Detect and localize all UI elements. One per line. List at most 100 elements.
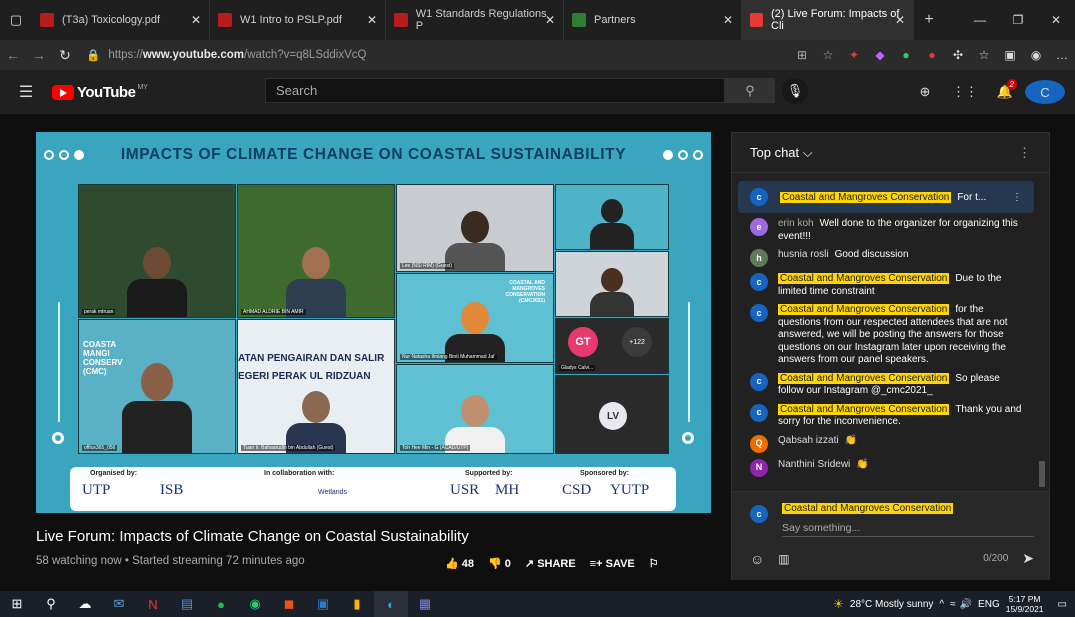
- report-flag-icon[interactable]: ⚐: [649, 557, 659, 570]
- chat-mode-selector[interactable]: Top chat ⌵: [750, 145, 813, 161]
- participant-tile: AHMAD ALDRIE BIN AMIR: [237, 184, 395, 318]
- chat-avatar: e: [750, 218, 768, 236]
- more-options-icon[interactable]: ⋮: [1018, 145, 1031, 161]
- voice-search-button[interactable]: 🎙: [782, 78, 808, 104]
- extension-icon[interactable]: ✦: [841, 40, 867, 70]
- utp-logo: UTP: [82, 482, 111, 498]
- wetlands-logo: Wetlands: [318, 489, 348, 496]
- grammarly-icon[interactable]: ●: [893, 40, 919, 70]
- youtube-logo[interactable]: YouTube MY: [52, 84, 148, 101]
- onedrive-icon[interactable]: ☁: [68, 591, 102, 617]
- network-icon[interactable]: ≈: [950, 599, 956, 610]
- slide-decoration: [688, 302, 690, 422]
- browser-tab-active[interactable]: (2) Live Forum: Impacts of Cli ✕: [742, 0, 914, 40]
- create-icon[interactable]: ⊕: [905, 84, 945, 100]
- close-tab-icon[interactable]: ✕: [367, 13, 377, 27]
- extension-icon[interactable]: ◆: [867, 40, 893, 70]
- forward-icon[interactable]: →: [26, 47, 52, 63]
- extension-icon[interactable]: ●: [919, 40, 945, 70]
- apps-grid-icon[interactable]: ⊞: [789, 40, 815, 70]
- close-tab-icon[interactable]: ✕: [895, 13, 905, 27]
- search-icon[interactable]: ⚲: [34, 591, 68, 617]
- close-window-icon[interactable]: ✕: [1037, 0, 1075, 40]
- netflix-icon[interactable]: N: [136, 591, 170, 617]
- chat-message: c Coastal and Mangroves Conservation So p…: [732, 370, 1038, 401]
- more-icon[interactable]: …: [1049, 40, 1075, 70]
- video-player[interactable]: IMPACTS OF CLIMATE CHANGE ON COASTAL SUS…: [36, 132, 711, 513]
- save-button[interactable]: ≡+ SAVE: [590, 558, 635, 570]
- file-explorer-icon[interactable]: ▤: [170, 591, 204, 617]
- notifications-icon[interactable]: 🔔 2: [985, 79, 1025, 100]
- clock-date: 15/9/2021: [1005, 604, 1044, 614]
- emoji-icon[interactable]: ☺: [750, 551, 764, 567]
- sponsor-banner: Organised by: In collaboration with: Sup…: [70, 467, 676, 511]
- search-button[interactable]: ⚲: [725, 78, 775, 103]
- chat-message: c Coastal and Mangroves Conservation Than…: [732, 401, 1038, 432]
- participant-tile: COASTA MANGI CONSERV (CMC) office365_056: [78, 319, 236, 454]
- tab-label: (2) Live Forum: Impacts of Cli: [771, 8, 900, 32]
- profile-icon[interactable]: ◉: [1023, 40, 1049, 70]
- teams-icon[interactable]: ▦: [408, 591, 442, 617]
- apps-icon[interactable]: ⋮⋮: [945, 84, 985, 100]
- live-chat-panel: Top chat ⌵ ⋮ c Coastal and Mangroves Con…: [731, 132, 1050, 580]
- chat-message-input[interactable]: Say something...: [782, 522, 1034, 537]
- slide-decoration: [663, 150, 703, 160]
- window-menu-icon[interactable]: ▢: [0, 0, 32, 40]
- dislike-button[interactable]: 👎 0: [488, 557, 511, 570]
- weather-text[interactable]: 28°C Mostly sunny: [850, 599, 933, 610]
- windows-start-icon[interactable]: ⊞: [0, 591, 34, 617]
- spotify-icon[interactable]: ●: [204, 591, 238, 617]
- chat-text: Good discussion: [834, 249, 909, 260]
- outlook-icon[interactable]: ▣: [306, 591, 340, 617]
- pdf-icon: [40, 13, 54, 27]
- thumbs-up-icon: 👍: [445, 558, 459, 570]
- browser-tab[interactable]: (T3a) Toxicology.pdf ✕: [32, 0, 210, 40]
- mail-icon[interactable]: ✉: [102, 591, 136, 617]
- browser-tab[interactable]: W1 Intro to PSLP.pdf ✕: [210, 0, 386, 40]
- close-tab-icon[interactable]: ✕: [191, 13, 201, 27]
- menu-icon[interactable]: ☰: [0, 82, 52, 102]
- url-prefix: https://: [108, 49, 143, 61]
- clock[interactable]: 5:17 PM 15/9/2021: [1006, 594, 1044, 614]
- notification-center-icon[interactable]: ▭: [1058, 599, 1067, 610]
- chat-message: N Nanthini Sridewi 👏: [732, 456, 1038, 480]
- language-indicator[interactable]: ENG: [978, 599, 1000, 610]
- more-options-icon[interactable]: ⋮: [1012, 192, 1022, 203]
- chat-author: Coastal and Mangroves Conservation: [780, 191, 952, 203]
- refresh-icon[interactable]: ↻: [52, 47, 78, 64]
- banner-label: Supported by:: [465, 470, 513, 477]
- browser-tab[interactable]: Partners ✕: [564, 0, 742, 40]
- chat-message: c Coastal and Mangroves Conservation for …: [732, 301, 1038, 370]
- volume-icon[interactable]: 🔊: [960, 599, 972, 610]
- tray-chevron-up-icon[interactable]: ^: [939, 599, 944, 610]
- new-tab-button[interactable]: +: [914, 11, 944, 29]
- chat-scrollbar[interactable]: [1039, 461, 1045, 487]
- extensions-icon[interactable]: ✣: [945, 40, 971, 70]
- chat-header: Top chat ⌵ ⋮: [732, 133, 1049, 173]
- read-aloud-icon[interactable]: ☆: [815, 40, 841, 70]
- pdf-icon: [394, 13, 408, 27]
- browser-tab[interactable]: W1 Standards Regulations P ✕: [386, 0, 564, 40]
- maximize-icon[interactable]: ❐: [999, 0, 1037, 40]
- send-icon[interactable]: ➤: [1022, 550, 1034, 567]
- notification-badge: 2: [1006, 79, 1017, 90]
- participant-name: Gladys Calvi...: [559, 365, 596, 371]
- share-button[interactable]: ↗ SHARE: [525, 557, 576, 570]
- back-icon[interactable]: ←: [0, 47, 26, 63]
- chat-author: husnia rosli: [778, 249, 829, 260]
- account-avatar[interactable]: C: [1025, 80, 1065, 104]
- edge-icon[interactable]: ◐: [374, 591, 408, 617]
- minimize-icon[interactable]: —: [961, 0, 999, 40]
- chat-author: Coastal and Mangroves Conservation: [778, 372, 950, 384]
- collections-icon[interactable]: ▣: [997, 40, 1023, 70]
- close-tab-icon[interactable]: ✕: [723, 13, 733, 27]
- favorites-icon[interactable]: ☆: [971, 40, 997, 70]
- office-icon[interactable]: ◼: [272, 591, 306, 617]
- poll-icon[interactable]: ▥: [778, 552, 789, 566]
- whatsapp-icon[interactable]: ◉: [238, 591, 272, 617]
- like-button[interactable]: 👍 48: [445, 557, 474, 570]
- close-tab-icon[interactable]: ✕: [545, 13, 555, 27]
- sticky-notes-icon[interactable]: ▮: [340, 591, 374, 617]
- search-input[interactable]: Search: [265, 78, 725, 103]
- url-field[interactable]: 🔒 https://www.youtube.com/watch?v=q8LSdd…: [86, 48, 366, 62]
